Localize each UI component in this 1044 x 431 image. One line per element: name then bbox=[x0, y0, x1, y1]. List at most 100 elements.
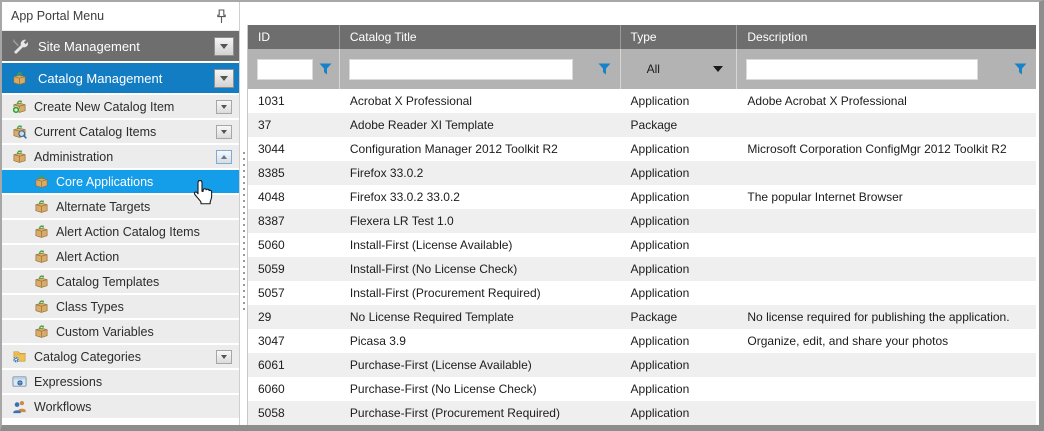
column-header-type[interactable]: Type bbox=[621, 25, 738, 49]
sidebar-item-custom-variables[interactable]: Custom Variables bbox=[2, 320, 239, 343]
column-header-id[interactable]: ID bbox=[248, 25, 340, 49]
filter-cell-id bbox=[248, 49, 340, 89]
filter-funnel-icon[interactable] bbox=[598, 63, 611, 75]
cell-description bbox=[737, 113, 1036, 137]
filter-input-id[interactable] bbox=[257, 59, 313, 80]
filter-funnel-icon[interactable] bbox=[319, 63, 332, 75]
expander-button[interactable] bbox=[216, 100, 232, 114]
cell-type: Application bbox=[621, 89, 738, 113]
sidebar-item-expressions[interactable]: Expressions bbox=[2, 370, 239, 393]
cell-type: Application bbox=[621, 257, 738, 281]
cell-description bbox=[737, 209, 1036, 233]
sidebar-group-site-management[interactable]: Site Management bbox=[2, 31, 239, 61]
cell-title: Install-First (Procurement Required) bbox=[340, 281, 621, 305]
sidebar-item-label: Core Applications bbox=[56, 175, 232, 189]
cell-id: 5059 bbox=[248, 257, 340, 281]
chevron-down-icon bbox=[221, 355, 227, 359]
column-header-description[interactable]: Description bbox=[737, 25, 1036, 49]
expander-button[interactable] bbox=[216, 125, 232, 139]
cell-id: 4048 bbox=[248, 185, 340, 209]
table-row[interactable]: 1031Acrobat X ProfessionalApplicationAdo… bbox=[248, 89, 1036, 113]
package-icon bbox=[33, 224, 49, 240]
table-row[interactable]: 8385Firefox 33.0.2Application bbox=[248, 161, 1036, 185]
table-row[interactable]: 29No License Required TemplatePackageNo … bbox=[248, 305, 1036, 329]
cell-description: Adobe Acrobat X Professional bbox=[737, 89, 1036, 113]
table-filter-row: All bbox=[248, 49, 1036, 89]
cell-description bbox=[737, 281, 1036, 305]
chevron-up-icon bbox=[221, 155, 227, 159]
column-header-label: Type bbox=[631, 30, 657, 44]
sidebar-item-label: Current Catalog Items bbox=[34, 125, 216, 139]
table-row[interactable]: 5057Install-First (Procurement Required)… bbox=[248, 281, 1036, 305]
sidebar-item-create-new-catalog-item[interactable]: Create New Catalog Item bbox=[2, 95, 239, 118]
cell-id: 5060 bbox=[248, 233, 340, 257]
cell-description: Microsoft Corporation ConfigMgr 2012 Too… bbox=[737, 137, 1036, 161]
cell-id: 1031 bbox=[248, 89, 340, 113]
chevron-down-icon bbox=[713, 66, 723, 72]
sidebar-item-label: Expressions bbox=[34, 375, 232, 389]
cell-title: Purchase-First (Procurement Required) bbox=[340, 401, 621, 425]
table-row[interactable]: 4048Firefox 33.0.2 33.0.2ApplicationThe … bbox=[248, 185, 1036, 209]
sidebar-item-workflows[interactable]: Workflows bbox=[2, 395, 239, 418]
cell-id: 6061 bbox=[248, 353, 340, 377]
package-icon bbox=[10, 69, 29, 88]
expander-button[interactable] bbox=[216, 350, 232, 364]
cell-id: 6060 bbox=[248, 377, 340, 401]
sidebar-item-class-types[interactable]: Class Types bbox=[2, 295, 239, 318]
table-row[interactable]: 5059Install-First (No License Check)Appl… bbox=[248, 257, 1036, 281]
package-icon bbox=[11, 149, 27, 165]
type-filter-dropdown[interactable]: All bbox=[630, 62, 728, 76]
sidebar-item-catalog-categories[interactable]: Catalog Categories bbox=[2, 345, 239, 368]
cell-description bbox=[737, 233, 1036, 257]
cell-id: 3044 bbox=[248, 137, 340, 161]
sidebar-item-alert-action[interactable]: Alert Action bbox=[2, 245, 239, 268]
filter-input-description[interactable] bbox=[746, 59, 978, 80]
sidebar-item-label: Custom Variables bbox=[56, 325, 232, 339]
table-row[interactable]: 37Adobe Reader XI TemplatePackage bbox=[248, 113, 1036, 137]
package-search-icon bbox=[11, 124, 27, 140]
cell-id: 29 bbox=[248, 305, 340, 329]
cell-type: Application bbox=[621, 233, 738, 257]
chevron-down-icon bbox=[220, 76, 228, 81]
sidebar-group-catalog-management[interactable]: Catalog Management bbox=[2, 63, 239, 93]
cell-type: Application bbox=[621, 137, 738, 161]
table-row[interactable]: 5060Install-First (License Available)App… bbox=[248, 233, 1036, 257]
sidebar-item-alternate-targets[interactable]: Alternate Targets bbox=[2, 195, 239, 218]
cell-title: Purchase-First (No License Check) bbox=[340, 377, 621, 401]
cell-id: 8387 bbox=[248, 209, 340, 233]
cell-title: Firefox 33.0.2 bbox=[340, 161, 621, 185]
sidebar-item-core-applications[interactable]: Core Applications bbox=[2, 170, 239, 193]
table-row[interactable]: 3047Picasa 3.9ApplicationOrganize, edit,… bbox=[248, 329, 1036, 353]
filter-input-title[interactable] bbox=[349, 59, 573, 80]
table-row[interactable]: 5058Purchase-First (Procurement Required… bbox=[248, 401, 1036, 425]
sidebar-item-current-catalog-items[interactable]: Current Catalog Items bbox=[2, 120, 239, 143]
expressions-icon bbox=[11, 374, 27, 390]
cell-title: Configuration Manager 2012 Toolkit R2 bbox=[340, 137, 621, 161]
table-row[interactable]: 3044Configuration Manager 2012 Toolkit R… bbox=[248, 137, 1036, 161]
sidebar-item-administration[interactable]: Administration bbox=[2, 145, 239, 168]
cell-description: Organize, edit, and share your photos bbox=[737, 329, 1036, 353]
sidebar-title-bar: App Portal Menu bbox=[2, 2, 239, 31]
cell-description: No license required for publishing the a… bbox=[737, 305, 1036, 329]
package-plus-icon bbox=[11, 99, 27, 115]
sidebar-item-alert-action-catalog-items[interactable]: Alert Action Catalog Items bbox=[2, 220, 239, 243]
sidebar-group-label: Catalog Management bbox=[38, 71, 214, 86]
expander-button[interactable] bbox=[216, 150, 232, 164]
sidebar-item-catalog-templates[interactable]: Catalog Templates bbox=[2, 270, 239, 293]
catalog-items-table: IDCatalog TitleTypeDescription All 1031A… bbox=[247, 25, 1036, 425]
sidebar-splitter[interactable] bbox=[240, 2, 247, 425]
table-row[interactable]: 6061Purchase-First (License Available)Ap… bbox=[248, 353, 1036, 377]
package-icon bbox=[33, 249, 49, 265]
filter-funnel-icon[interactable] bbox=[1014, 63, 1027, 75]
sidebar: App Portal Menu Site Management Catalog M… bbox=[2, 2, 240, 425]
column-header-label: Description bbox=[747, 30, 807, 44]
table-row[interactable]: 6060Purchase-First (No License Check)App… bbox=[248, 377, 1036, 401]
column-header-catalog-title[interactable]: Catalog Title bbox=[340, 25, 621, 49]
pin-icon[interactable] bbox=[216, 9, 227, 24]
cell-description bbox=[737, 257, 1036, 281]
expander-button[interactable] bbox=[214, 37, 234, 56]
expander-button[interactable] bbox=[214, 69, 234, 88]
sidebar-item-label: Catalog Categories bbox=[34, 350, 216, 364]
table-row[interactable]: 8387Flexera LR Test 1.0Application bbox=[248, 209, 1036, 233]
cell-title: Acrobat X Professional bbox=[340, 89, 621, 113]
